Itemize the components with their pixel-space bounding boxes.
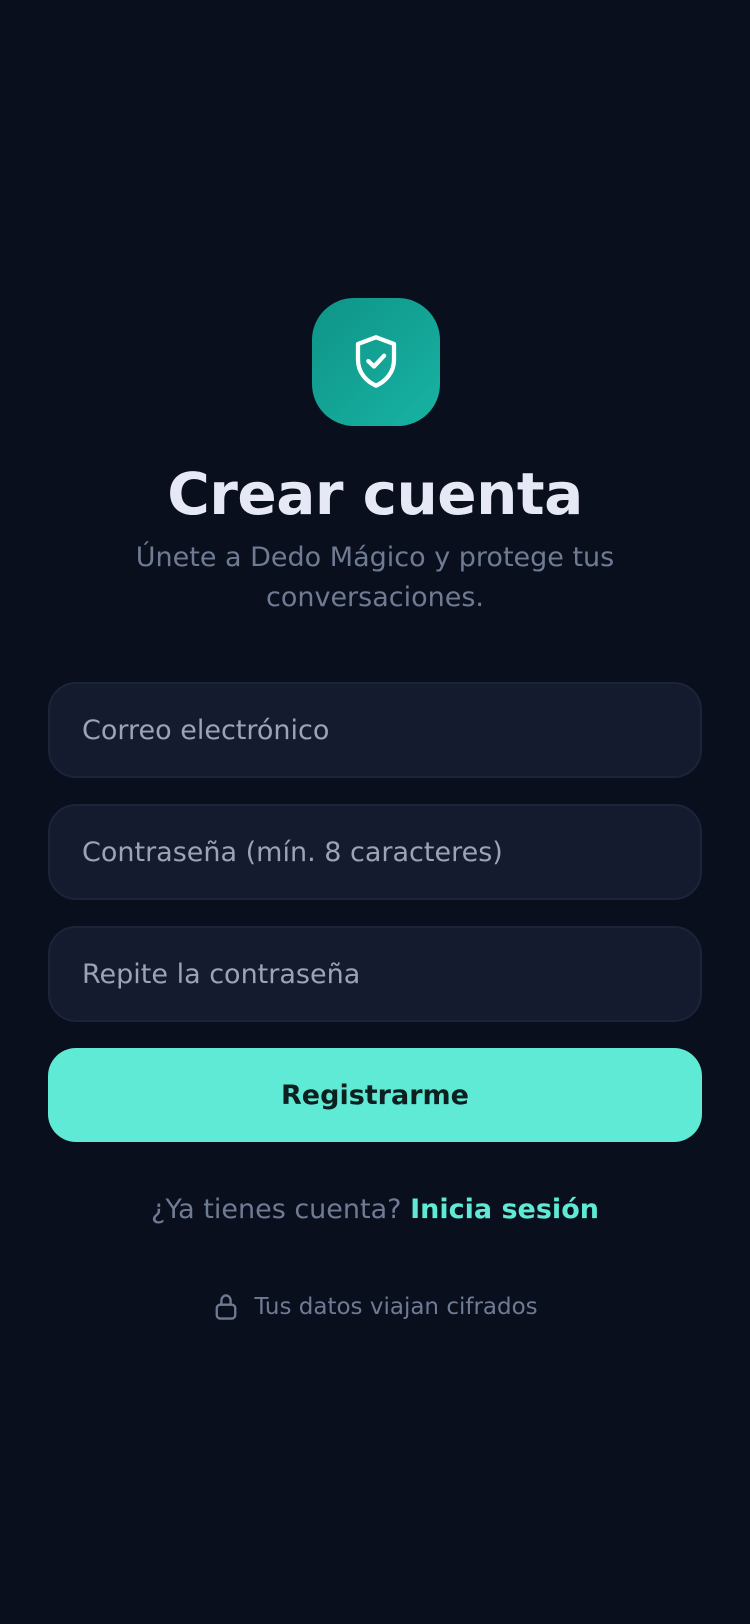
password-input[interactable] — [50, 806, 700, 898]
lock-icon — [212, 1292, 240, 1322]
login-prompt-text: ¿Ya tienes cuenta? — [151, 1194, 402, 1225]
register-button[interactable]: Registrarme — [48, 1048, 702, 1142]
repeat-password-field-container — [48, 926, 702, 1022]
password-field-container — [48, 804, 702, 900]
login-link[interactable]: Inicia sesión — [410, 1194, 599, 1225]
security-note: Tus datos viajan cifrados — [0, 1292, 750, 1322]
email-field-container — [48, 682, 702, 778]
email-input[interactable] — [50, 684, 700, 776]
login-prompt-row: ¿Ya tienes cuenta? Inicia sesión — [0, 1190, 750, 1230]
security-note-text: Tus datos viajan cifrados — [254, 1294, 538, 1320]
shield-check-icon — [355, 335, 397, 388]
repeat-password-input[interactable] — [50, 928, 700, 1020]
page-title: Crear cuenta — [167, 460, 583, 528]
page-subtitle: Únete a Dedo Mágico y protege tus conver… — [135, 542, 615, 613]
signup-screen: Crear cuenta Únete a Dedo Mágico y prote… — [0, 0, 750, 1624]
app-logo — [312, 298, 440, 426]
